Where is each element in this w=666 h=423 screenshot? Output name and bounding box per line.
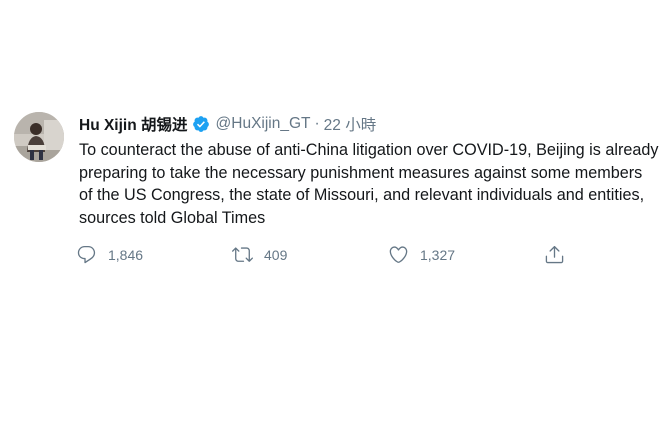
retweet-button[interactable]: 409 [232, 244, 388, 265]
retweet-count: 409 [264, 246, 288, 263]
reply-button[interactable]: 1,846 [76, 244, 232, 265]
heart-icon [389, 246, 408, 263]
reply-count: 1,846 [108, 246, 144, 263]
tweet-header: Hu Xijin 胡锡进 @HuXijin_GT · 22 小時 [79, 112, 666, 136]
reply-icon [77, 245, 96, 264]
user-handle[interactable]: @HuXijin_GT [216, 115, 311, 133]
display-name[interactable]: Hu Xijin 胡锡进 [79, 113, 188, 135]
avatar-photo [14, 112, 64, 162]
avatar[interactable] [14, 112, 64, 162]
tweet-actions: 1,846 409 1,327 [76, 244, 666, 265]
share-button[interactable] [544, 244, 666, 265]
share-icon [545, 245, 564, 264]
like-button[interactable]: 1,327 [388, 244, 544, 265]
like-count: 1,327 [420, 246, 456, 263]
retweet-icon [232, 247, 253, 262]
separator-dot: · [314, 115, 320, 132]
tweet-text: To counteract the abuse of anti-China li… [79, 141, 659, 227]
tweet-timestamp[interactable]: 22 小時 [324, 113, 377, 135]
verified-badge-icon [192, 115, 210, 133]
tweet[interactable]: Hu Xijin 胡锡进 @HuXijin_GT · 22 小時 To coun… [14, 112, 658, 265]
